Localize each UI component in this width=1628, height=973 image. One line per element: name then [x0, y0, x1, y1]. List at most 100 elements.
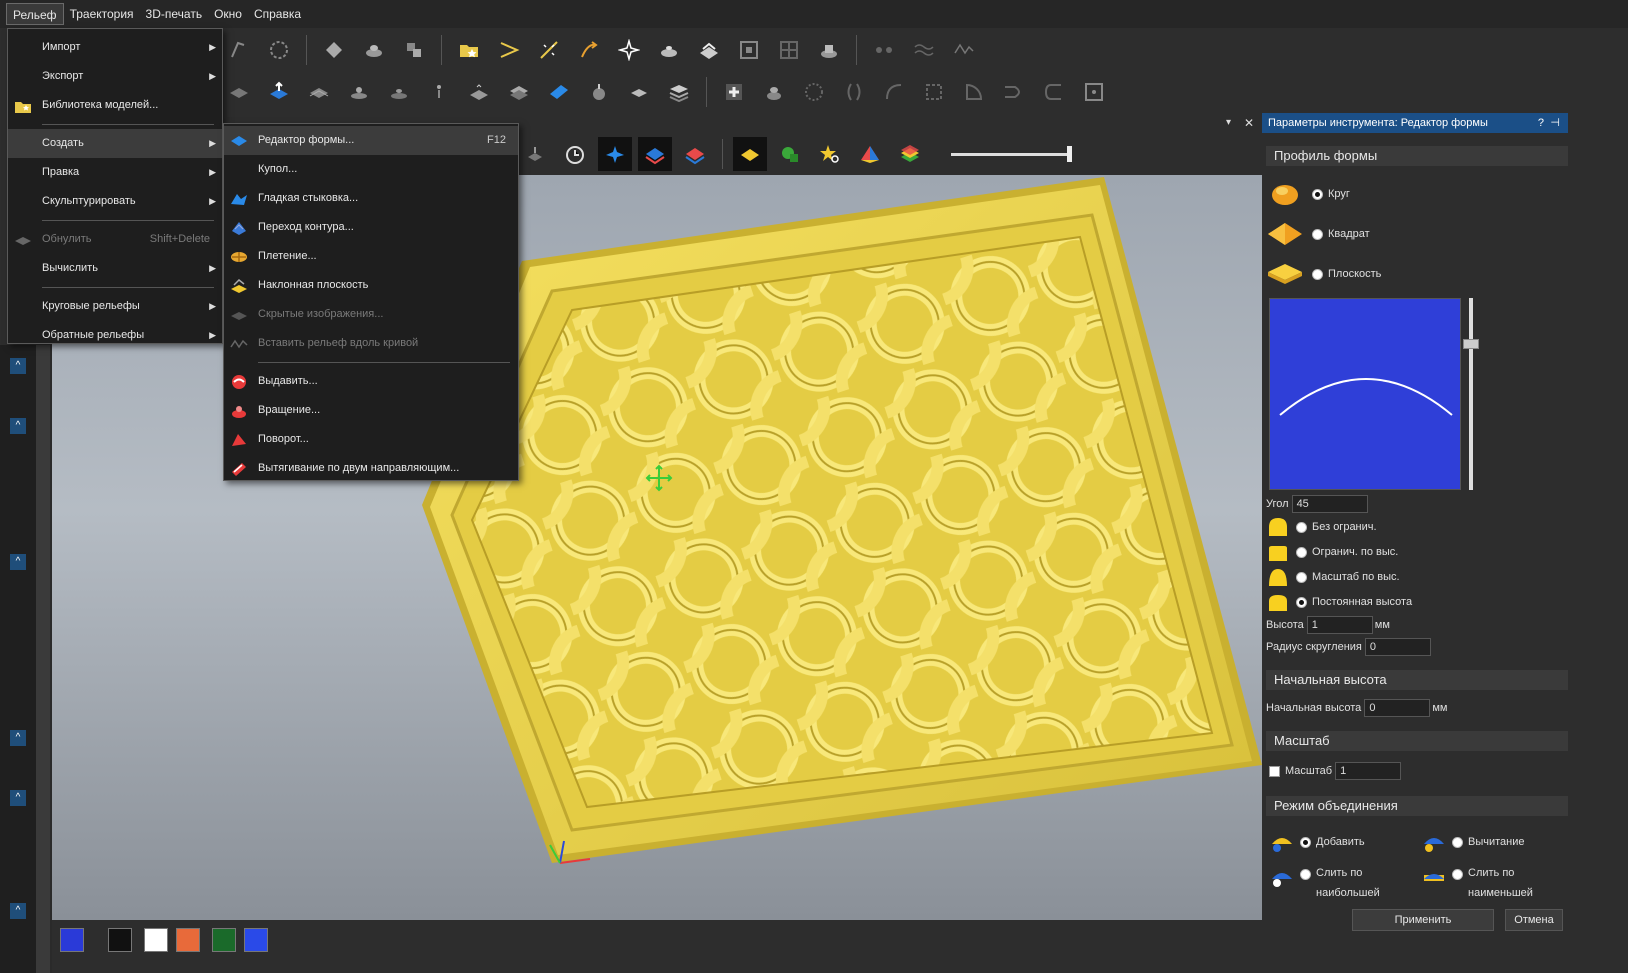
limit-none-row[interactable]: Без огранич.	[1268, 517, 1377, 537]
menu-item-turn[interactable]: Поворот...	[224, 425, 518, 454]
menu-item-spin[interactable]: Вращение...	[224, 396, 518, 425]
menu-item-shape-editor[interactable]: Редактор формы... F12	[224, 126, 518, 155]
constant-height-row[interactable]: Постоянная высота	[1268, 592, 1412, 612]
section-start-height[interactable]: Начальная высота	[1266, 670, 1568, 690]
layer-stack-icon[interactable]	[662, 75, 696, 109]
help-icon[interactable]: ?	[1538, 113, 1544, 133]
menu-item-create[interactable]: Создать ▶	[8, 129, 222, 158]
red-plane-icon[interactable]	[678, 137, 712, 171]
radio-combine-add[interactable]	[1300, 836, 1311, 848]
layer-e-icon[interactable]	[422, 75, 456, 109]
green-shapes-icon[interactable]	[773, 137, 807, 171]
rounded-bracket-icon[interactable]	[1037, 75, 1071, 109]
dock-chevron-4-icon[interactable]: ^	[10, 730, 26, 746]
bell-icon[interactable]	[757, 75, 791, 109]
vector-arrow-icon[interactable]	[492, 33, 526, 67]
swatch-white[interactable]	[144, 928, 168, 952]
tool-m-icon[interactable]	[947, 33, 981, 67]
bracket-icon[interactable]	[837, 75, 871, 109]
curve-line-icon[interactable]	[997, 75, 1031, 109]
swatch-orange[interactable]	[176, 928, 200, 952]
tool-h-icon[interactable]	[732, 33, 766, 67]
radio-combine-subtract[interactable]	[1452, 836, 1463, 848]
combine-merge-low-row[interactable]: Слить по наименьшей	[1422, 865, 1564, 903]
limit-height-row[interactable]: Огранич. по выс.	[1268, 542, 1398, 562]
menu-toolpath[interactable]: Траектория	[64, 3, 140, 25]
radio-merge-low[interactable]	[1452, 869, 1463, 880]
pin-icon[interactable]: ⊣	[1550, 113, 1560, 133]
layer-blue-icon[interactable]	[542, 75, 576, 109]
swatch-blue[interactable]	[60, 928, 84, 952]
yellow-plane-icon[interactable]	[733, 137, 767, 171]
radio-plane[interactable]	[1312, 268, 1323, 280]
layer-c-icon[interactable]	[342, 75, 376, 109]
layer-b-icon[interactable]	[302, 75, 336, 109]
tool-i-icon[interactable]	[772, 33, 806, 67]
menu-item-export[interactable]: Экспорт ▶	[8, 62, 222, 91]
clock-icon[interactable]	[558, 137, 592, 171]
menu-item-calculate[interactable]: Вычислить ▶	[8, 254, 222, 283]
tool-c-icon[interactable]	[317, 33, 351, 67]
cancel-button[interactable]: Отмена	[1505, 909, 1563, 931]
swatch-black[interactable]	[108, 928, 132, 952]
menu-item-extrude[interactable]: Выдавить...	[224, 367, 518, 396]
layer-f-icon[interactable]	[462, 75, 496, 109]
frame-dot-icon[interactable]	[1077, 75, 1111, 109]
star-burst-icon[interactable]	[612, 33, 646, 67]
cube-icon[interactable]	[518, 137, 552, 171]
tool-k-icon[interactable]	[867, 33, 901, 67]
blue-plane-icon[interactable]	[638, 137, 672, 171]
tool-e-icon[interactable]	[397, 33, 431, 67]
quarter-icon[interactable]	[957, 75, 991, 109]
scale-input[interactable]: 1	[1335, 762, 1402, 780]
arc-icon[interactable]	[877, 75, 911, 109]
layer-i-icon[interactable]	[622, 75, 656, 109]
radio-limit-none[interactable]	[1296, 521, 1307, 533]
tool-g-icon[interactable]	[692, 33, 726, 67]
section-shape-profile[interactable]: Профиль формы	[1266, 146, 1568, 166]
tool-j-icon[interactable]	[812, 33, 846, 67]
plus-icon[interactable]	[717, 75, 751, 109]
scale-checkbox[interactable]	[1269, 765, 1280, 777]
tool-a-icon[interactable]	[222, 33, 256, 67]
radio-circle[interactable]	[1312, 188, 1323, 200]
profile-slider-handle[interactable]	[1463, 339, 1479, 349]
menu-item-model-library[interactable]: Библиотека моделей...	[8, 91, 222, 120]
menu-help[interactable]: Справка	[248, 3, 307, 25]
layer-h-icon[interactable]	[582, 75, 616, 109]
fillet-radius-input[interactable]: 0	[1364, 638, 1431, 656]
dock-chevron-1-icon[interactable]: ^	[10, 358, 26, 374]
radio-merge-high[interactable]	[1300, 869, 1311, 880]
profile-plane-row[interactable]: Плоскость	[1266, 261, 1381, 287]
menu-item-two-rail-sweep[interactable]: Вытягивание по двум направляющим...	[224, 454, 518, 483]
tool-l-icon[interactable]	[907, 33, 941, 67]
swatch-blue-2[interactable]	[244, 928, 268, 952]
scale-height-row[interactable]: Масштаб по выс.	[1268, 567, 1400, 587]
menu-item-dome[interactable]: Купол...	[224, 155, 518, 184]
profile-height-slider[interactable]	[1469, 298, 1473, 490]
menu-item-inverse-reliefs[interactable]: Обратные рельефы ▶	[8, 321, 222, 350]
dock-chevron-2-icon[interactable]: ^	[10, 418, 26, 434]
combine-merge-high-row[interactable]: Слить по наибольшей	[1270, 865, 1412, 903]
mesh-icon[interactable]	[797, 75, 831, 109]
square-dots-icon[interactable]	[917, 75, 951, 109]
menu-item-inclined-plane[interactable]: Наклонная плоскость	[224, 271, 518, 300]
zoom-slider[interactable]	[951, 144, 1077, 164]
blue-star-icon[interactable]	[598, 137, 632, 171]
menu-window[interactable]: Окно	[208, 3, 248, 25]
menu-item-sculpt[interactable]: Скульптурировать ▶	[8, 187, 222, 216]
dock-chevron-6-icon[interactable]: ^	[10, 903, 26, 919]
layer-a-icon[interactable]	[222, 75, 256, 109]
radio-square[interactable]	[1312, 228, 1323, 240]
layer-g-icon[interactable]	[502, 75, 536, 109]
menu-item-smooth-join[interactable]: Гладкая стыковка...	[224, 184, 518, 213]
tool-f-icon[interactable]	[652, 33, 686, 67]
star-search-icon[interactable]	[813, 137, 847, 171]
apply-button[interactable]: Применить	[1352, 909, 1494, 931]
radio-scale-height[interactable]	[1296, 571, 1307, 583]
panel-collapse-icon[interactable]: ▾	[1226, 117, 1240, 131]
profile-circle-row[interactable]: Круг	[1270, 181, 1350, 207]
start-height-input[interactable]: 0	[1364, 699, 1431, 717]
profile-preview[interactable]	[1269, 298, 1461, 490]
menu-item-contour-transition[interactable]: Переход контура...	[224, 213, 518, 242]
